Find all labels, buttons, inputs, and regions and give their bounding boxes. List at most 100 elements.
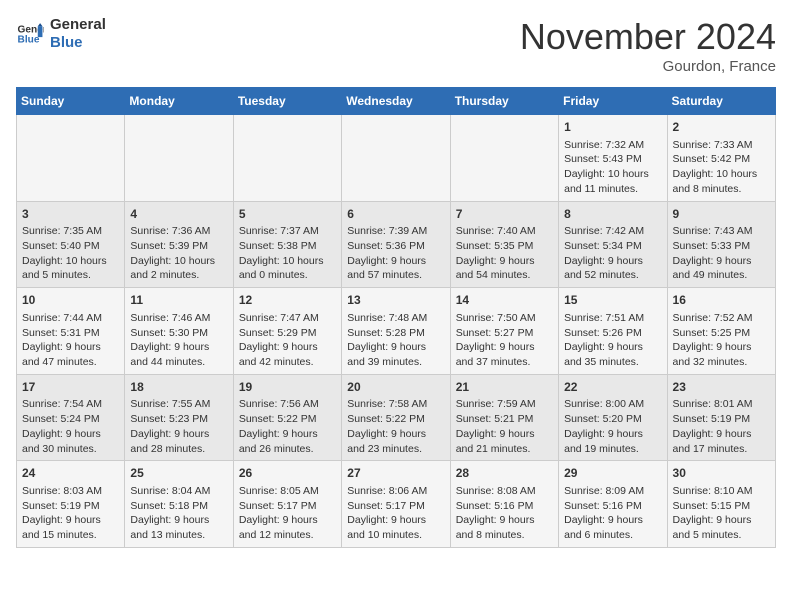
day-number: 16	[673, 292, 770, 309]
header-day: Thursday	[450, 88, 558, 115]
day-number: 28	[456, 465, 553, 482]
calendar-week: 1Sunrise: 7:32 AM Sunset: 5:43 PM Daylig…	[17, 115, 776, 202]
day-info: Sunrise: 7:35 AM Sunset: 5:40 PM Dayligh…	[22, 224, 119, 283]
day-number: 14	[456, 292, 553, 309]
day-info: Sunrise: 7:36 AM Sunset: 5:39 PM Dayligh…	[130, 224, 227, 283]
calendar-cell: 10 Sunrise: 7:44 AM Sunset: 5:31 PM Dayli…	[17, 288, 125, 375]
header-day: Friday	[559, 88, 667, 115]
day-info: Sunrise: 7:55 AM Sunset: 5:23 PM Dayligh…	[130, 397, 227, 456]
day-info: Sunrise: 8:05 AM Sunset: 5:17 PM Dayligh…	[239, 484, 336, 543]
day-info: Sunrise: 7:42 AM Sunset: 5:34 PM Dayligh…	[564, 224, 661, 283]
day-info: Sunrise: 7:44 AM Sunset: 5:31 PM Dayligh…	[22, 311, 119, 370]
calendar-cell: 12Sunrise: 7:47 AM Sunset: 5:29 PM Dayli…	[233, 288, 341, 375]
day-number: 18	[130, 379, 227, 396]
day-info: Sunrise: 7:54 AM Sunset: 5:24 PM Dayligh…	[22, 397, 119, 456]
header-day: Tuesday	[233, 88, 341, 115]
day-info: Sunrise: 7:50 AM Sunset: 5:27 PM Dayligh…	[456, 311, 553, 370]
day-info: Sunrise: 7:56 AM Sunset: 5:22 PM Dayligh…	[239, 397, 336, 456]
day-info: Sunrise: 8:08 AM Sunset: 5:16 PM Dayligh…	[456, 484, 553, 543]
calendar-cell: 21Sunrise: 7:59 AM Sunset: 5:21 PM Dayli…	[450, 374, 558, 461]
calendar-cell: 8Sunrise: 7:42 AM Sunset: 5:34 PM Daylig…	[559, 201, 667, 288]
day-info: Sunrise: 7:33 AM Sunset: 5:42 PM Dayligh…	[673, 138, 770, 197]
calendar-cell: 3Sunrise: 7:35 AM Sunset: 5:40 PM Daylig…	[17, 201, 125, 288]
calendar-cell: 13Sunrise: 7:48 AM Sunset: 5:28 PM Dayli…	[342, 288, 450, 375]
day-number: 6	[347, 206, 444, 223]
day-number: 10	[22, 292, 119, 309]
calendar-cell: 25 Sunrise: 8:04 AM Sunset: 5:18 PM Dayli…	[125, 461, 233, 548]
day-number: 20	[347, 379, 444, 396]
month-title: November 2024	[520, 16, 776, 58]
calendar-cell: 17Sunrise: 7:54 AM Sunset: 5:24 PM Dayli…	[17, 374, 125, 461]
calendar-cell: 9Sunrise: 7:43 AM Sunset: 5:33 PM Daylig…	[667, 201, 775, 288]
day-number: 21	[456, 379, 553, 396]
location: Gourdon, France	[520, 58, 776, 75]
calendar-cell: 20Sunrise: 7:58 AM Sunset: 5:22 PM Dayli…	[342, 374, 450, 461]
day-number: 7	[456, 206, 553, 223]
day-info: Sunrise: 7:59 AM Sunset: 5:21 PM Dayligh…	[456, 397, 553, 456]
calendar-cell: 30 Sunrise: 8:10 AM Sunset: 5:15 PM Dayli…	[667, 461, 775, 548]
calendar-cell	[125, 115, 233, 202]
calendar-cell: 1Sunrise: 7:32 AM Sunset: 5:43 PM Daylig…	[559, 115, 667, 202]
day-info: Sunrise: 7:52 AM Sunset: 5:25 PM Dayligh…	[673, 311, 770, 370]
header-day: Wednesday	[342, 88, 450, 115]
calendar-cell: 2Sunrise: 7:33 AM Sunset: 5:42 PM Daylig…	[667, 115, 775, 202]
day-number: 4	[130, 206, 227, 223]
calendar-cell: 27 Sunrise: 8:06 AM Sunset: 5:17 PM Dayli…	[342, 461, 450, 548]
calendar-cell: 5Sunrise: 7:37 AM Sunset: 5:38 PM Daylig…	[233, 201, 341, 288]
header-day: Saturday	[667, 88, 775, 115]
calendar-cell: 19Sunrise: 7:56 AM Sunset: 5:22 PM Dayli…	[233, 374, 341, 461]
calendar-cell: 22Sunrise: 8:00 AM Sunset: 5:20 PM Dayli…	[559, 374, 667, 461]
calendar: SundayMondayTuesdayWednesdayThursdayFrid…	[16, 87, 776, 548]
day-number: 1	[564, 119, 661, 136]
calendar-cell: 28 Sunrise: 8:08 AM Sunset: 5:16 PM Dayli…	[450, 461, 558, 548]
calendar-cell: 29 Sunrise: 8:09 AM Sunset: 5:16 PM Dayli…	[559, 461, 667, 548]
day-number: 5	[239, 206, 336, 223]
logo-general: General	[50, 16, 106, 34]
day-number: 19	[239, 379, 336, 396]
calendar-cell	[233, 115, 341, 202]
title-area: November 2024 Gourdon, France	[520, 16, 776, 75]
calendar-cell: 6Sunrise: 7:39 AM Sunset: 5:36 PM Daylig…	[342, 201, 450, 288]
calendar-cell	[342, 115, 450, 202]
day-info: Sunrise: 8:10 AM Sunset: 5:15 PM Dayligh…	[673, 484, 770, 543]
day-number: 29	[564, 465, 661, 482]
day-number: 17	[22, 379, 119, 396]
day-info: Sunrise: 8:06 AM Sunset: 5:17 PM Dayligh…	[347, 484, 444, 543]
calendar-cell: 11Sunrise: 7:46 AM Sunset: 5:30 PM Dayli…	[125, 288, 233, 375]
logo-icon: General Blue	[16, 20, 44, 48]
calendar-cell: 23Sunrise: 8:01 AM Sunset: 5:19 PM Dayli…	[667, 374, 775, 461]
logo-blue: Blue	[50, 34, 106, 52]
day-number: 11	[130, 292, 227, 309]
day-number: 26	[239, 465, 336, 482]
header-day: Sunday	[17, 88, 125, 115]
calendar-cell: 15 Sunrise: 7:51 AM Sunset: 5:26 PM Dayli…	[559, 288, 667, 375]
day-number: 23	[673, 379, 770, 396]
day-info: Sunrise: 7:47 AM Sunset: 5:29 PM Dayligh…	[239, 311, 336, 370]
day-number: 27	[347, 465, 444, 482]
calendar-cell: 26 Sunrise: 8:05 AM Sunset: 5:17 PM Dayli…	[233, 461, 341, 548]
day-number: 25	[130, 465, 227, 482]
day-number: 3	[22, 206, 119, 223]
day-number: 24	[22, 465, 119, 482]
day-number: 22	[564, 379, 661, 396]
day-info: Sunrise: 7:40 AM Sunset: 5:35 PM Dayligh…	[456, 224, 553, 283]
header: General Blue General Blue November 2024 …	[16, 16, 776, 75]
calendar-week: 10 Sunrise: 7:44 AM Sunset: 5:31 PM Dayli…	[17, 288, 776, 375]
day-info: Sunrise: 8:04 AM Sunset: 5:18 PM Dayligh…	[130, 484, 227, 543]
day-number: 15	[564, 292, 661, 309]
calendar-cell: 24 Sunrise: 8:03 AM Sunset: 5:19 PM Dayli…	[17, 461, 125, 548]
day-info: Sunrise: 7:39 AM Sunset: 5:36 PM Dayligh…	[347, 224, 444, 283]
day-info: Sunrise: 7:51 AM Sunset: 5:26 PM Dayligh…	[564, 311, 661, 370]
calendar-header: SundayMondayTuesdayWednesdayThursdayFrid…	[17, 88, 776, 115]
logo: General Blue General Blue	[16, 16, 106, 52]
day-info: Sunrise: 7:37 AM Sunset: 5:38 PM Dayligh…	[239, 224, 336, 283]
day-info: Sunrise: 8:03 AM Sunset: 5:19 PM Dayligh…	[22, 484, 119, 543]
day-info: Sunrise: 7:48 AM Sunset: 5:28 PM Dayligh…	[347, 311, 444, 370]
calendar-cell	[17, 115, 125, 202]
day-number: 30	[673, 465, 770, 482]
header-day: Monday	[125, 88, 233, 115]
day-number: 9	[673, 206, 770, 223]
day-info: Sunrise: 8:00 AM Sunset: 5:20 PM Dayligh…	[564, 397, 661, 456]
day-info: Sunrise: 8:09 AM Sunset: 5:16 PM Dayligh…	[564, 484, 661, 543]
header-row: SundayMondayTuesdayWednesdayThursdayFrid…	[17, 88, 776, 115]
